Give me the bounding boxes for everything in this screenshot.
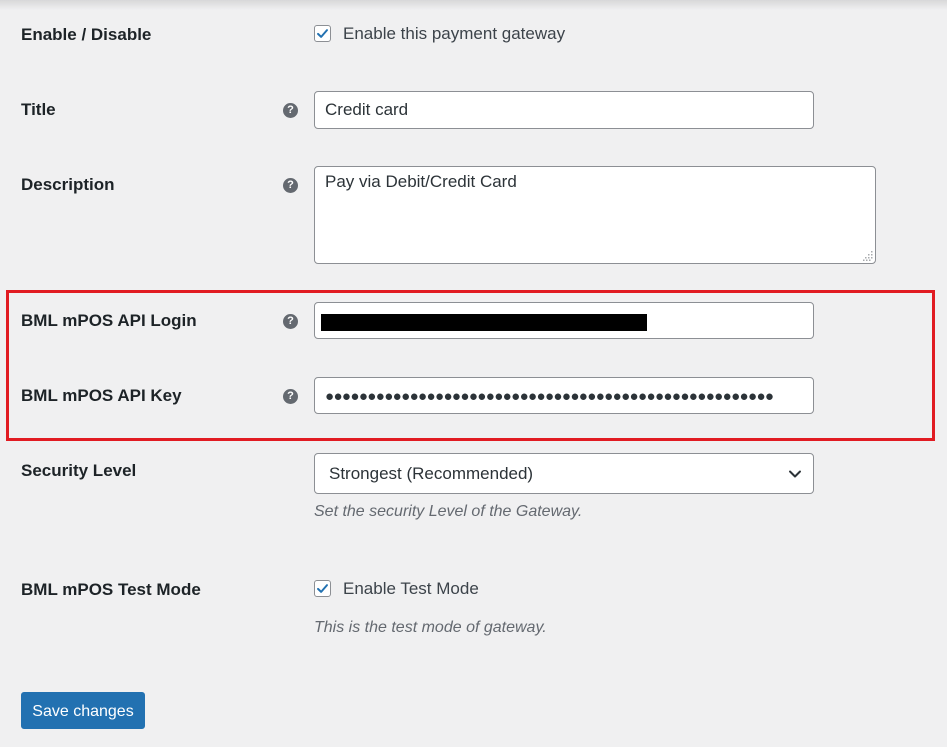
enable-gateway-checkbox[interactable] <box>314 25 331 42</box>
top-shadow <box>0 0 947 10</box>
resize-grip-icon[interactable] <box>863 251 873 261</box>
chevron-down-icon <box>789 470 801 478</box>
test-mode-checkbox[interactable] <box>314 580 331 597</box>
api-login-input[interactable] <box>314 302 814 339</box>
api-key-label: BML mPOS API Key <box>21 386 182 405</box>
test-mode-checkbox-label[interactable]: Enable Test Mode <box>343 579 479 599</box>
enable-disable-label: Enable / Disable <box>21 25 152 44</box>
security-level-label: Security Level <box>21 461 137 480</box>
api-key-input[interactable]: ●●●●●●●●●●●●●●●●●●●●●●●●●●●●●●●●●●●●●●●●… <box>314 377 814 414</box>
enable-gateway-checkbox-label[interactable]: Enable this payment gateway <box>343 24 565 44</box>
api-login-help-icon[interactable]: ? <box>283 314 298 329</box>
title-help-icon[interactable]: ? <box>283 103 298 118</box>
api-login-label: BML mPOS API Login <box>21 311 197 330</box>
title-label: Title <box>21 100 56 119</box>
api-key-help-icon[interactable]: ? <box>283 389 298 404</box>
redaction-bar <box>321 314 647 331</box>
test-mode-label: BML mPOS Test Mode <box>21 580 201 599</box>
save-changes-button[interactable]: Save changes <box>21 692 145 729</box>
checkmark-icon <box>317 584 328 593</box>
checkmark-icon <box>317 29 328 38</box>
security-level-description: Set the security Level of the Gateway. <box>314 503 583 520</box>
api-key-masked-value: ●●●●●●●●●●●●●●●●●●●●●●●●●●●●●●●●●●●●●●●●… <box>325 388 774 405</box>
description-help-icon[interactable]: ? <box>283 178 298 193</box>
security-level-selected: Strongest (Recommended) <box>329 464 534 483</box>
test-mode-description: This is the test mode of gateway. <box>314 619 547 636</box>
description-label: Description <box>21 175 115 194</box>
security-level-select[interactable]: Strongest (Recommended) <box>314 453 814 494</box>
title-input[interactable]: Credit card <box>314 91 814 129</box>
description-textarea-value: Pay via Debit/Credit Card <box>325 172 517 191</box>
description-textarea[interactable]: Pay via Debit/Credit Card <box>314 166 876 264</box>
